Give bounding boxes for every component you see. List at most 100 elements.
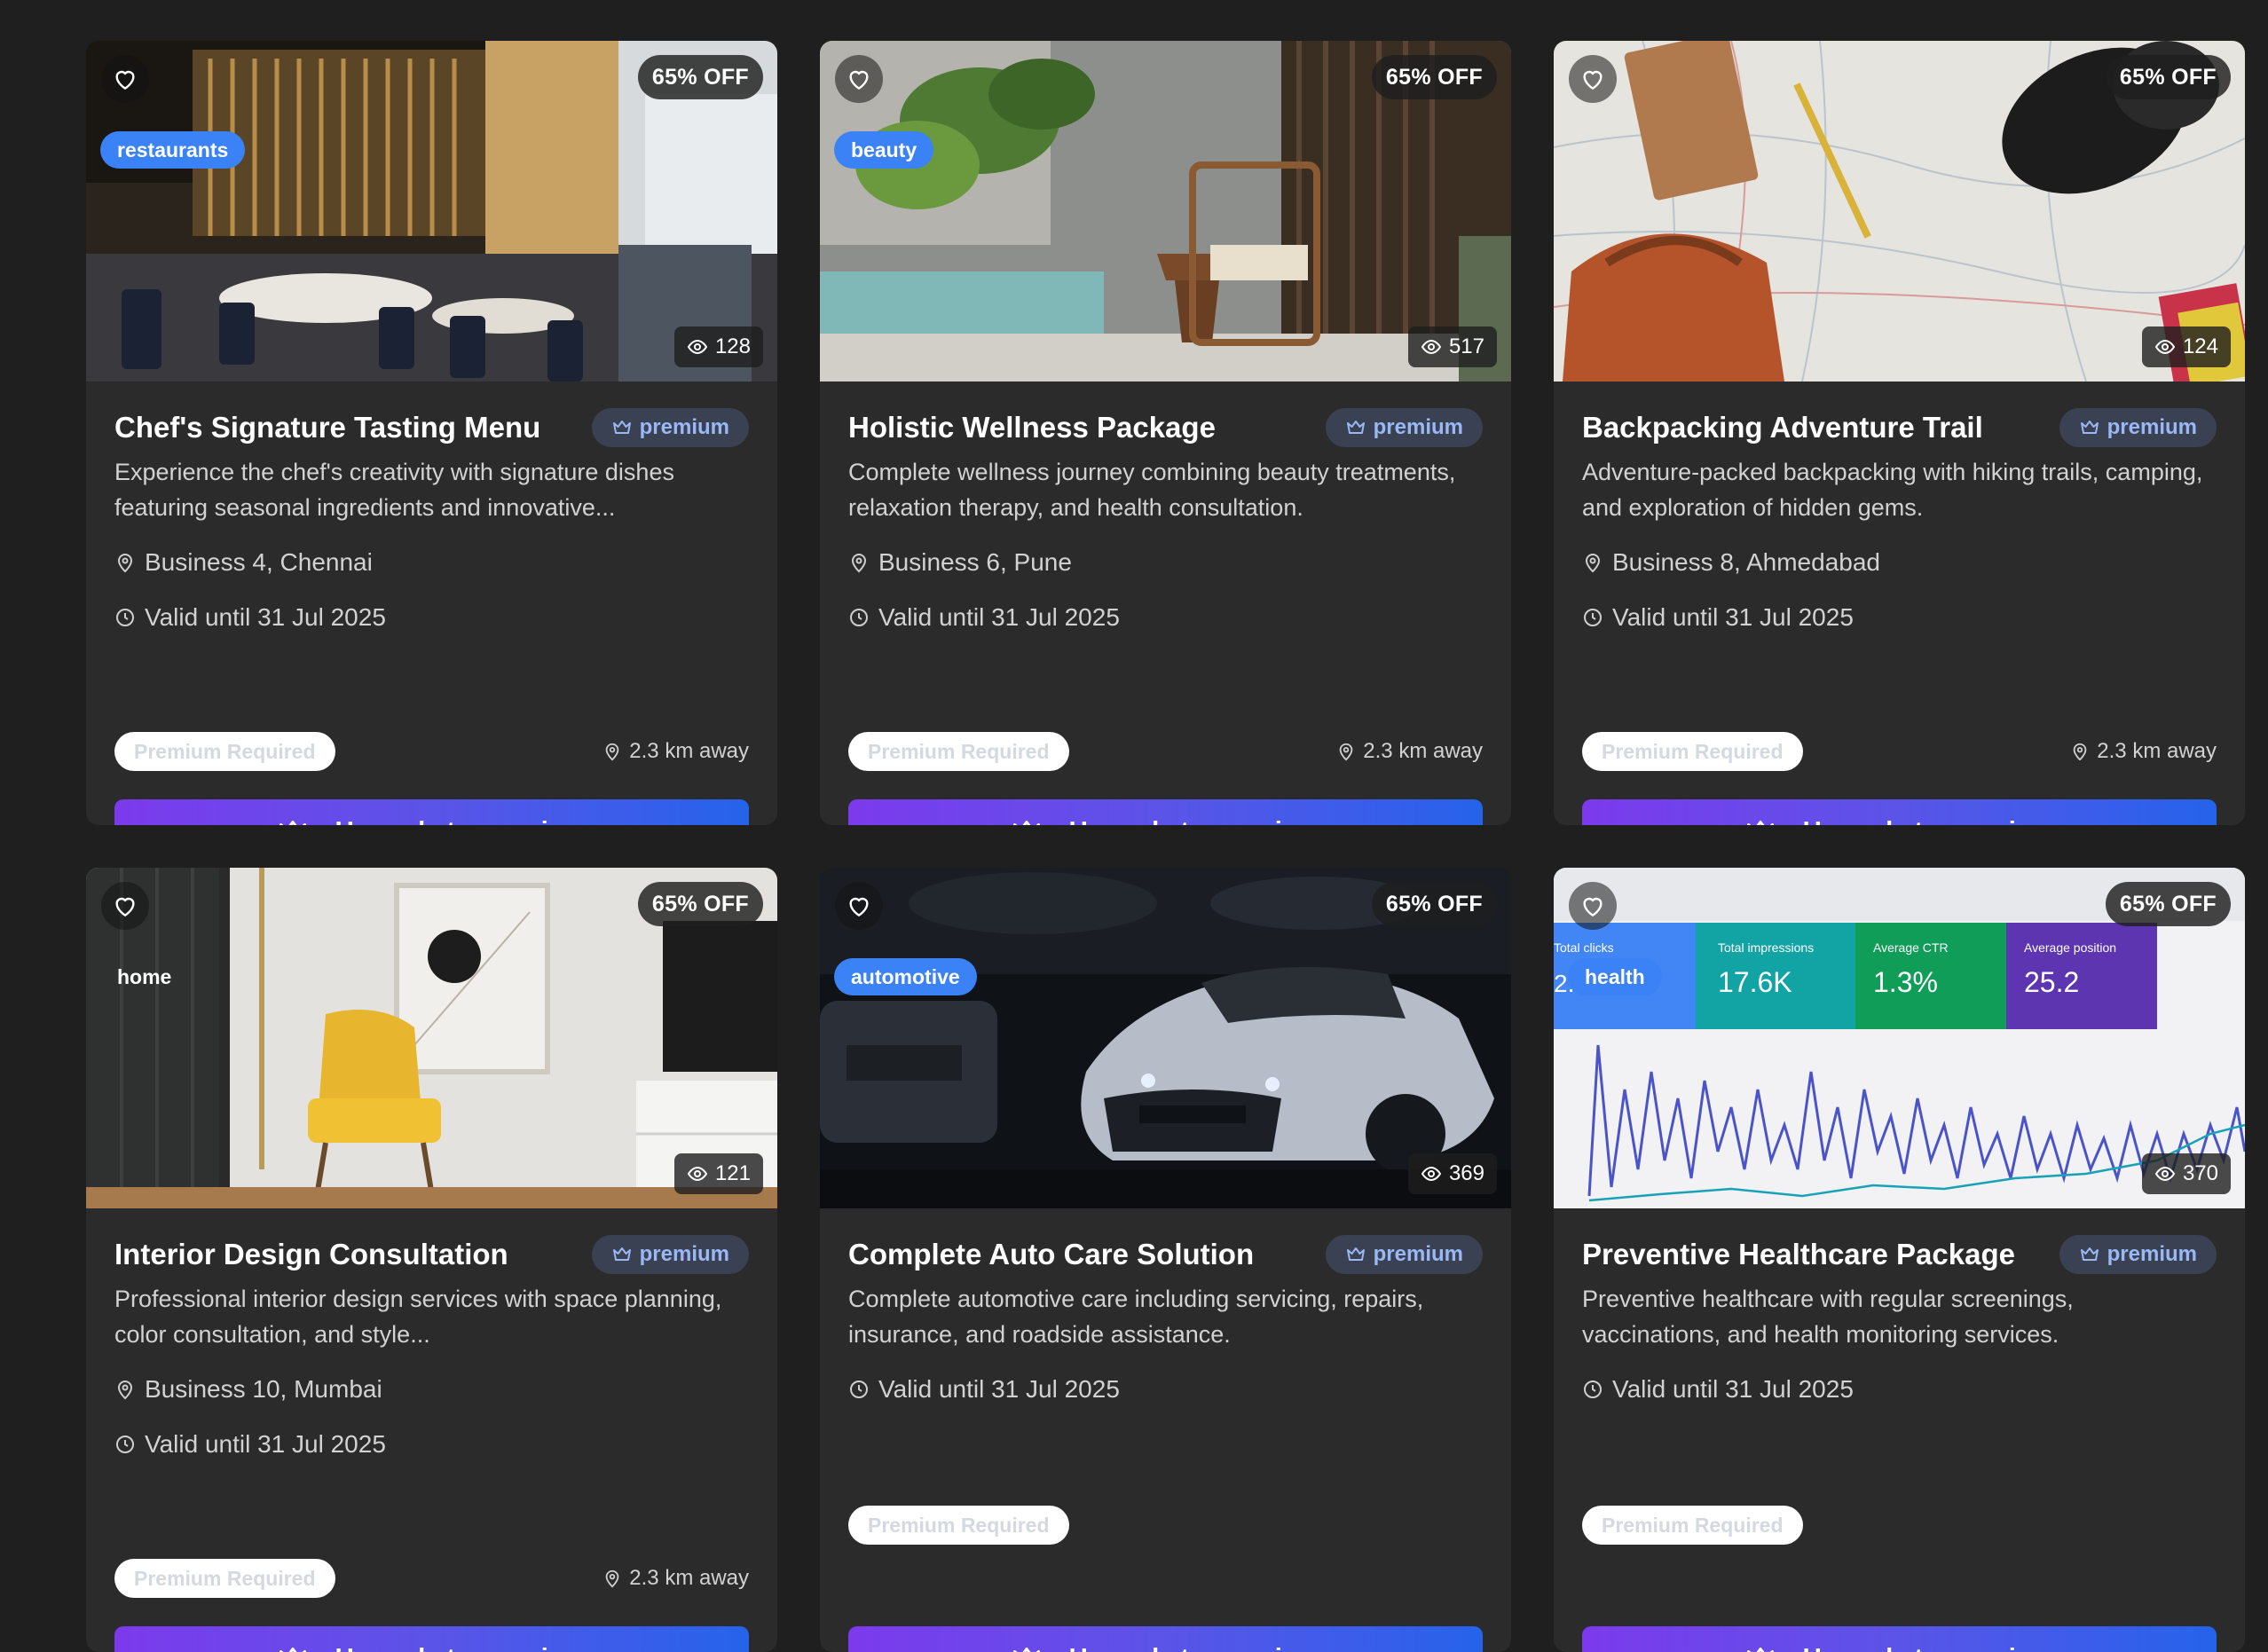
upgrade-button-label: Upgrade to premium bbox=[1069, 817, 1321, 826]
view-count: 517 bbox=[1407, 326, 1497, 367]
crown-icon bbox=[1012, 821, 1040, 825]
deal-location: Business 10, Mumbai bbox=[114, 1372, 749, 1407]
upgrade-button[interactable]: Upgrade to premium bbox=[848, 1626, 1483, 1652]
category-tag: automotive bbox=[834, 958, 977, 995]
clock-icon bbox=[850, 1381, 868, 1398]
deal-image[interactable]: 65% OFF home 121 bbox=[86, 868, 777, 1208]
favorite-button[interactable] bbox=[1569, 55, 1617, 103]
validity-text: Valid until 31 Jul 2025 bbox=[145, 603, 386, 631]
clicks-label: Total clicks bbox=[1554, 940, 1614, 955]
heart-outline-icon bbox=[849, 897, 869, 917]
distance: 2.3 km away bbox=[602, 739, 749, 764]
discount-badge: 65% OFF bbox=[637, 882, 763, 926]
view-count-value: 124 bbox=[2182, 334, 2218, 358]
deal-location: Business 8, Ahmedabad bbox=[1582, 545, 2217, 580]
distance-text: 2.3 km away bbox=[629, 1566, 749, 1590]
premium-required-badge: Premium Required bbox=[114, 1559, 335, 1598]
premium-badge: premium bbox=[591, 408, 749, 447]
clock-icon bbox=[116, 1436, 134, 1453]
deal-title[interactable]: Backpacking Adventure Trail bbox=[1582, 411, 1983, 444]
premium-badge-label: premium bbox=[2107, 415, 2197, 439]
premium-required-badge: Premium Required bbox=[1582, 732, 1803, 771]
upgrade-button[interactable]: Upgrade to premium bbox=[114, 1626, 749, 1652]
deal-location: Business 4, Chennai bbox=[114, 545, 749, 580]
view-count-value: 121 bbox=[714, 1161, 751, 1185]
eye-icon bbox=[687, 339, 708, 355]
premium-badge-label: premium bbox=[639, 415, 729, 439]
deal-title[interactable]: Complete Auto Care Solution bbox=[848, 1238, 1254, 1271]
premium-badge: premium bbox=[1325, 1235, 1483, 1274]
upgrade-button[interactable]: Upgrade to premium bbox=[1582, 799, 2217, 825]
validity-text: Valid until 31 Jul 2025 bbox=[145, 1430, 386, 1458]
view-count-value: 370 bbox=[2182, 1161, 2218, 1185]
upgrade-button-label: Upgrade to premium bbox=[1069, 1644, 1321, 1652]
crown-icon bbox=[1012, 1648, 1040, 1652]
favorite-button[interactable] bbox=[835, 55, 883, 103]
discount-badge: 65% OFF bbox=[637, 55, 763, 99]
deal-card[interactable]: Total clicks 2. Total impressions 17.6K … bbox=[1554, 868, 2245, 1652]
deal-title[interactable]: Interior Design Consultation bbox=[114, 1238, 508, 1271]
deal-card[interactable]: 65% OFF home 121 Interior Design Consult… bbox=[86, 868, 777, 1652]
deal-description: Complete wellness journey combining beau… bbox=[848, 459, 1456, 521]
crown-icon bbox=[279, 821, 306, 825]
favorite-button[interactable] bbox=[1569, 882, 1617, 930]
view-count: 128 bbox=[673, 326, 763, 367]
location-text: Business 10, Mumbai bbox=[145, 1375, 382, 1403]
deal-image[interactable]: 65% OFF restaurants 128 bbox=[86, 41, 777, 382]
heart-outline-icon bbox=[849, 70, 869, 90]
eye-icon bbox=[2154, 1166, 2176, 1182]
view-count-value: 369 bbox=[1448, 1161, 1484, 1185]
upgrade-button[interactable]: Upgrade to premium bbox=[114, 799, 749, 825]
premium-required-badge: Premium Required bbox=[848, 1506, 1069, 1545]
upgrade-button-label: Upgrade to premium bbox=[335, 817, 587, 826]
deal-description: Complete automotive care including servi… bbox=[848, 1286, 1424, 1348]
ctr-label: Average CTR bbox=[1873, 940, 1949, 955]
premium-badge-label: premium bbox=[639, 1242, 729, 1266]
favorite-button[interactable] bbox=[835, 882, 883, 930]
upgrade-button[interactable]: Upgrade to premium bbox=[1582, 1626, 2217, 1652]
view-count: 369 bbox=[1407, 1153, 1497, 1194]
location-text: Business 8, Ahmedabad bbox=[1612, 548, 1880, 576]
impressions-label: Total impressions bbox=[1718, 940, 1814, 955]
premium-badge: premium bbox=[1325, 408, 1483, 447]
heart-outline-icon bbox=[115, 897, 135, 917]
crown-icon bbox=[2080, 1247, 2099, 1261]
deal-image[interactable]: 65% OFF beauty 517 bbox=[820, 41, 1511, 382]
category-tag: home bbox=[117, 964, 172, 988]
distance: 2.3 km away bbox=[1336, 739, 1483, 764]
deal-validity: Valid until 31 Jul 2025 bbox=[1582, 1372, 2217, 1407]
deal-card[interactable]: 65% OFF restaurants 128 Chef's Signature… bbox=[86, 41, 777, 825]
deal-card[interactable]: 65% OFF beauty 517 Holistic Wellness Pac… bbox=[820, 41, 1511, 825]
deal-title[interactable]: Preventive Healthcare Package bbox=[1582, 1238, 2015, 1271]
deal-validity: Valid until 31 Jul 2025 bbox=[1582, 600, 2217, 635]
clock-icon bbox=[1584, 1381, 1602, 1398]
crown-icon bbox=[2080, 421, 2099, 434]
upgrade-button-label: Upgrade to premium bbox=[335, 1644, 587, 1652]
deal-card[interactable]: 65% OFF 124 Backpacking Adventure Trail … bbox=[1554, 41, 2245, 825]
premium-badge-label: premium bbox=[1373, 415, 1463, 439]
favorite-button[interactable] bbox=[101, 55, 149, 103]
impressions-value: 17.6K bbox=[1718, 966, 1792, 998]
deal-image[interactable]: 65% OFF automotive 369 bbox=[820, 868, 1511, 1208]
premium-required-badge: Premium Required bbox=[848, 732, 1069, 771]
deal-location: Business 6, Pune bbox=[848, 545, 1483, 580]
heart-outline-icon bbox=[1583, 897, 1603, 917]
favorite-button[interactable] bbox=[101, 882, 149, 930]
deal-title[interactable]: Holistic Wellness Package bbox=[848, 411, 1216, 444]
upgrade-button[interactable]: Upgrade to premium bbox=[848, 799, 1483, 825]
heart-outline-icon bbox=[1583, 70, 1603, 90]
deal-image[interactable]: 65% OFF 124 bbox=[1554, 41, 2245, 382]
deal-validity: Valid until 31 Jul 2025 bbox=[848, 1372, 1483, 1407]
category-tag: health bbox=[1568, 958, 1662, 995]
crown-icon bbox=[612, 421, 631, 434]
clock-icon bbox=[850, 609, 868, 626]
deal-image[interactable]: Total clicks 2. Total impressions 17.6K … bbox=[1554, 868, 2245, 1208]
deal-description: Adventure-packed backpacking with hiking… bbox=[1582, 459, 2203, 521]
premium-badge: premium bbox=[2059, 408, 2217, 447]
validity-text: Valid until 31 Jul 2025 bbox=[878, 1375, 1120, 1403]
premium-badge-label: premium bbox=[2107, 1242, 2197, 1266]
deal-card[interactable]: 65% OFF automotive 369 Complete Auto Car… bbox=[820, 868, 1511, 1652]
map-pin-icon bbox=[605, 1569, 619, 1588]
deal-title[interactable]: Chef's Signature Tasting Menu bbox=[114, 411, 540, 444]
view-count: 370 bbox=[2141, 1153, 2231, 1194]
